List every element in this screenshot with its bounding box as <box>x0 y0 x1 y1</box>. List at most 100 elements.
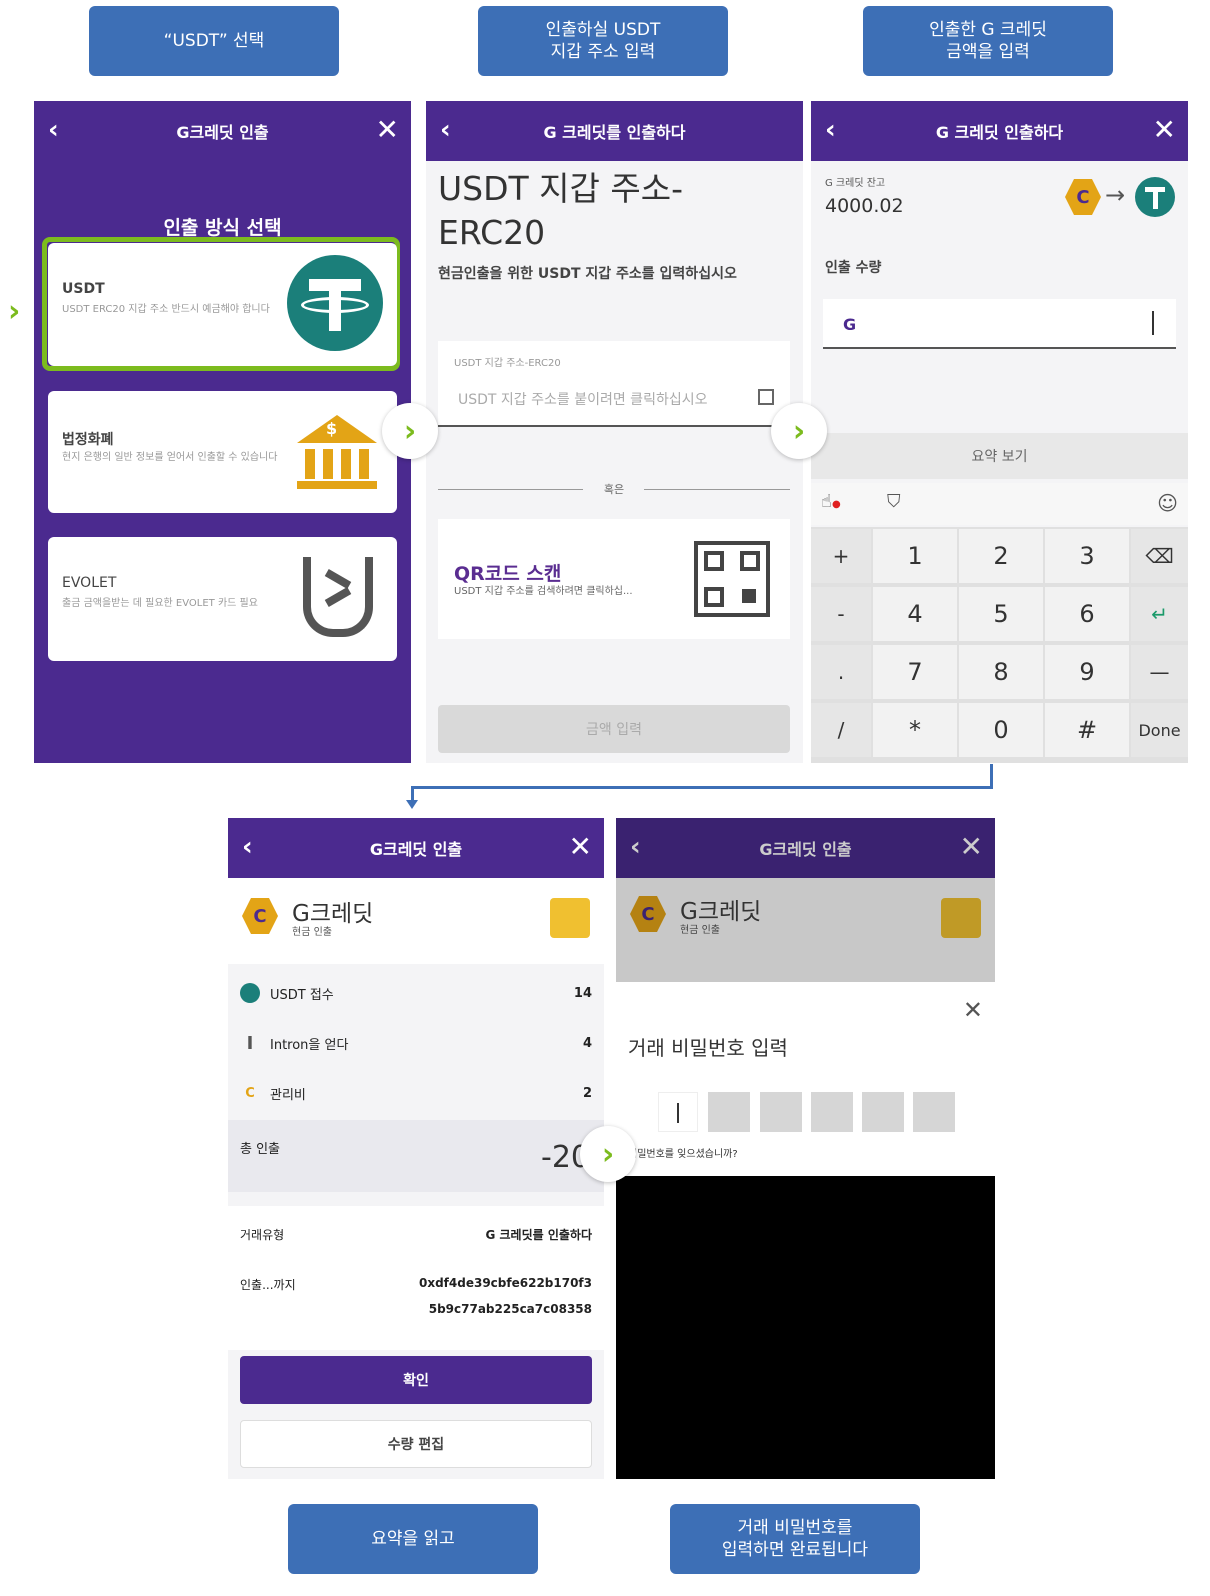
row-intron: I Intron을 얻다 4 <box>240 1028 592 1058</box>
caption-step4: 요약을 읽고 <box>288 1504 538 1574</box>
caption-step1: “USDT” 선택 <box>89 6 339 76</box>
qr-card[interactable]: QR코드 스캔 USDT 지갑 주소를 검색하려면 클릭하십... <box>438 519 790 639</box>
paste-icon[interactable] <box>758 389 774 405</box>
page-subheading: 현금인출을 위한 USDT 지갑 주소를 입력하십시오 <box>438 266 737 282</box>
address-input[interactable]: USDT 지갑 주소를 붙이려면 클릭하십시오 <box>458 389 748 409</box>
key-dash[interactable]: — <box>1131 645 1188 699</box>
key-0[interactable]: 0 <box>959 703 1043 757</box>
screen-title: G크레딧 인출 <box>176 123 269 142</box>
edit-amount-button[interactable]: 수량 편집 <box>240 1420 592 1468</box>
option-desc: USDT ERC20 지갑 주소 반드시 예금해야 합니다 <box>62 304 270 315</box>
option-usdt[interactable]: USDT USDT ERC20 지갑 주소 반드시 예금해야 합니다 <box>48 243 397 366</box>
key-2[interactable]: 2 <box>959 529 1043 583</box>
key-3[interactable]: 3 <box>1045 529 1129 583</box>
forgot-password-link[interactable]: 비밀번호를 잊으셨습니까? <box>628 1148 738 1162</box>
brand-header: C G크레딧 현금 인출 <box>228 878 604 964</box>
pin-box-4[interactable] <box>811 1092 853 1132</box>
screen-title: G크레딧 인출 <box>369 840 463 859</box>
text-cursor <box>677 1103 679 1123</box>
next-arrow-icon: › <box>771 403 827 459</box>
field-label: USDT 지갑 주소-ERC20 <box>454 358 561 369</box>
pin-box-5[interactable] <box>862 1092 904 1132</box>
option-fiat[interactable]: 법정화폐 현지 은행의 일반 정보를 얻어서 인출할 수 있습니다 $ <box>48 391 397 513</box>
key-5[interactable]: 5 <box>959 587 1043 641</box>
key-4[interactable]: 4 <box>873 587 957 641</box>
top-bar: ‹ G 크레딧를 인출하다 <box>426 101 803 161</box>
qr-code-icon <box>694 541 770 617</box>
top-bar: ‹ G크레딧 인출 ✕ <box>228 818 604 878</box>
type-value: G 크레딧를 인출하다 <box>485 1228 592 1242</box>
divider-line-right <box>644 489 790 490</box>
key-star[interactable]: * <box>873 703 957 757</box>
text-cursor <box>1152 311 1154 335</box>
address-field[interactable]: USDT 지갑 주소-ERC20 USDT 지갑 주소를 붙이려면 클릭하십시오 <box>438 341 790 427</box>
pin-box-3[interactable] <box>760 1092 802 1132</box>
brand-sub: 현금 인출 <box>292 927 332 938</box>
key-hash[interactable]: # <box>1045 703 1129 757</box>
divider-line-left <box>438 489 583 490</box>
caption-step3: 인출한 G 크레딧 금액을 입력 <box>863 6 1113 76</box>
key-7[interactable]: 7 <box>873 645 957 699</box>
gcredit-small-icon: C <box>245 1085 255 1101</box>
gcredit-logo-icon: C <box>630 896 666 932</box>
close-icon[interactable]: ✕ <box>376 113 399 146</box>
summary-button[interactable]: 요약 보기 <box>811 433 1188 479</box>
caption-step2: 인출하실 USDT 지갑 주소 입력 <box>478 6 728 76</box>
screen-amount: ‹ G 크레딧 인출하다 ✕ G 크레딧 잔고 4000.02 C → 인출 수… <box>811 101 1188 763</box>
brand-name: G크레딧 <box>292 901 374 927</box>
tether-icon <box>1135 177 1175 217</box>
keyboard-toolbar: ☝● ⛉ ☺ <box>811 483 1188 525</box>
key-1[interactable]: 1 <box>873 529 957 583</box>
key-6[interactable]: 6 <box>1045 587 1129 641</box>
to-label: 인출...까지 <box>240 1278 296 1292</box>
option-name: 법정화폐 <box>62 432 114 448</box>
key-backspace[interactable]: ⌫ <box>1131 529 1188 583</box>
key-dot[interactable]: . <box>811 645 871 699</box>
enter-amount-button[interactable]: 금액 입력 <box>438 705 790 753</box>
key-9[interactable]: 9 <box>1045 645 1129 699</box>
gcredit-small-icon: G <box>843 315 857 334</box>
gcredit-logo-icon: C <box>1065 179 1101 215</box>
screen-title: G 크레딧 인출하다 <box>935 123 1064 142</box>
top-bar: ‹ G크레딧 인출 ✕ <box>34 101 411 161</box>
pin-box-1[interactable] <box>658 1092 698 1132</box>
close-icon[interactable]: ✕ <box>960 830 983 863</box>
pin-box-2[interactable] <box>708 1092 750 1132</box>
key-minus[interactable]: - <box>811 587 871 641</box>
row-value: 14 <box>573 985 592 1001</box>
gesture-icon[interactable]: ☝● <box>821 491 841 512</box>
screen-title: G크레딧 인출 <box>759 840 852 859</box>
next-arrow-icon: › <box>580 1126 636 1182</box>
key-plus[interactable]: + <box>811 529 871 583</box>
key-done[interactable]: Done <box>1131 703 1188 757</box>
row-label: USDT 접수 <box>270 987 334 1003</box>
close-icon[interactable]: ✕ <box>1153 113 1176 146</box>
arrow-right-icon: → <box>1105 181 1126 209</box>
close-icon[interactable]: ✕ <box>569 830 592 863</box>
confirm-button[interactable]: 확인 <box>240 1356 592 1404</box>
shirt-icon[interactable]: ⛉ <box>887 491 901 512</box>
key-8[interactable]: 8 <box>959 645 1043 699</box>
option-name: EVOLET <box>62 575 117 591</box>
tether-icon <box>287 255 383 351</box>
option-evolet[interactable]: EVOLET 출금 금액을받는 데 필요한 EVOLET 카드 필요 <box>48 537 397 661</box>
row-fee: C 관리비 2 <box>240 1078 592 1108</box>
emoji-icon[interactable]: ☺ <box>1157 491 1178 515</box>
tether-icon <box>240 983 260 1003</box>
total-label: 총 인출 <box>240 1142 281 1157</box>
balance-label: G 크레딧 잔고 <box>825 178 886 189</box>
dialog-close-icon[interactable]: ✕ <box>963 996 983 1024</box>
pin-box-6[interactable] <box>913 1092 955 1132</box>
evolet-icon <box>303 557 373 637</box>
key-slash[interactable]: / <box>811 703 871 757</box>
to-address-1: 0xdf4de39cbfe622b170f3 <box>419 1276 592 1290</box>
password-dialog: ✕ 거래 비밀번호 입력 비밀번호를 잊으셨습니까? <box>616 982 995 1176</box>
amount-field[interactable]: G <box>823 299 1176 349</box>
number-keypad: + 1 2 3 ⌫ - 4 5 6 ↵ . 7 8 9 — / * 0 # Do… <box>811 527 1188 763</box>
arrow-down-icon <box>406 800 418 809</box>
screen-wallet-address: ‹ G 크레딧를 인출하다 USDT 지갑 주소- ERC20 현금인출을 위한… <box>426 101 803 763</box>
screen-summary: ‹ G크레딧 인출 ✕ C G크레딧 현금 인출 USDT 접수 14 I In… <box>228 818 604 1479</box>
key-enter[interactable]: ↵ <box>1131 587 1188 641</box>
gcredit-logo-icon: C <box>242 898 278 934</box>
dialog-title: 거래 비밀번호 입력 <box>628 1036 788 1060</box>
